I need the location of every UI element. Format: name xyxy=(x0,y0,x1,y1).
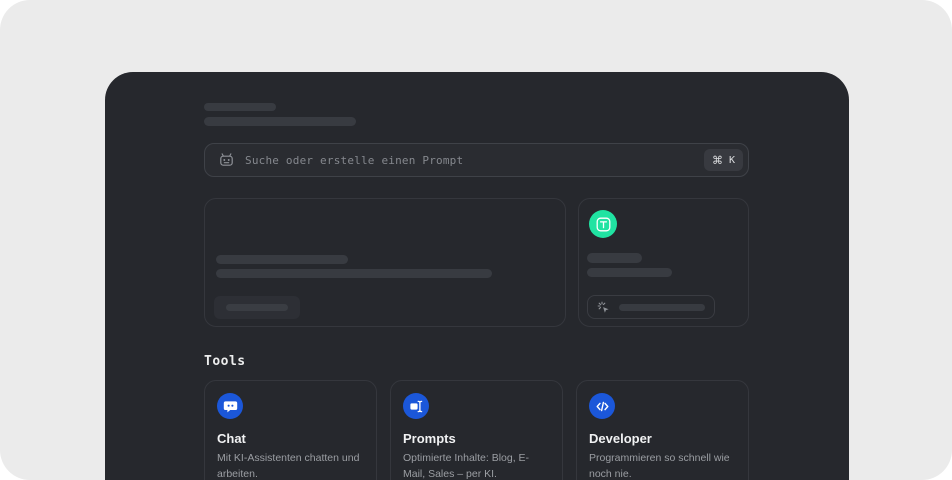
tool-card-chat[interactable]: Chat Mit KI-Assistenten chatten und arbe… xyxy=(204,380,377,480)
trial-status-card xyxy=(578,198,749,327)
skeleton-line xyxy=(587,268,672,277)
skeleton-button-label xyxy=(226,304,288,311)
prompts-icon-circle xyxy=(403,393,429,419)
page-background: ⌘ K xyxy=(0,0,952,480)
tool-description: Mit KI-Assistenten chatten und arbeiten. xyxy=(217,451,364,480)
text-cursor-icon xyxy=(409,399,424,414)
shortcut-key-label: K xyxy=(729,155,735,166)
tool-description: Optimierte Inhalte: Blog, E-Mail, Sales … xyxy=(403,451,550,480)
trial-badge xyxy=(589,210,617,238)
prompt-search-input[interactable] xyxy=(245,154,704,167)
prompt-search-bar[interactable]: ⌘ K xyxy=(204,143,749,177)
tool-card-developer[interactable]: Developer Programmieren so schnell wie n… xyxy=(576,380,749,480)
skeleton-line xyxy=(216,255,348,264)
skeleton-button[interactable] xyxy=(214,296,300,319)
tool-title: Prompts xyxy=(403,431,550,446)
tool-title: Developer xyxy=(589,431,736,446)
chat-icon-circle xyxy=(217,393,243,419)
skeleton-heading xyxy=(204,103,276,111)
overview-row xyxy=(204,198,749,327)
keyboard-shortcut-badge: ⌘ K xyxy=(704,149,743,171)
loading-info-card xyxy=(204,198,566,327)
tool-description: Programmieren so schnell wie noch nie. xyxy=(589,451,736,480)
developer-icon-circle xyxy=(589,393,615,419)
skeleton-line xyxy=(587,253,642,263)
skeleton-button-label xyxy=(619,304,705,311)
skeleton-subheading xyxy=(204,117,356,126)
tools-section-heading: Tools xyxy=(204,354,749,369)
t-badge-icon xyxy=(595,216,612,233)
code-icon xyxy=(595,399,610,414)
main-content: ⌘ K xyxy=(204,72,749,480)
command-icon: ⌘ xyxy=(712,154,723,167)
app-panel: ⌘ K xyxy=(105,72,849,480)
robot-icon xyxy=(218,152,235,169)
skeleton-line xyxy=(216,269,492,278)
tools-row: Chat Mit KI-Assistenten chatten und arbe… xyxy=(204,380,749,480)
trial-action-button[interactable] xyxy=(587,295,715,319)
tool-title: Chat xyxy=(217,431,364,446)
tool-card-prompts[interactable]: Prompts Optimierte Inhalte: Blog, E-Mail… xyxy=(390,380,563,480)
cursor-click-icon xyxy=(597,301,610,314)
chat-bubble-icon xyxy=(223,399,238,414)
